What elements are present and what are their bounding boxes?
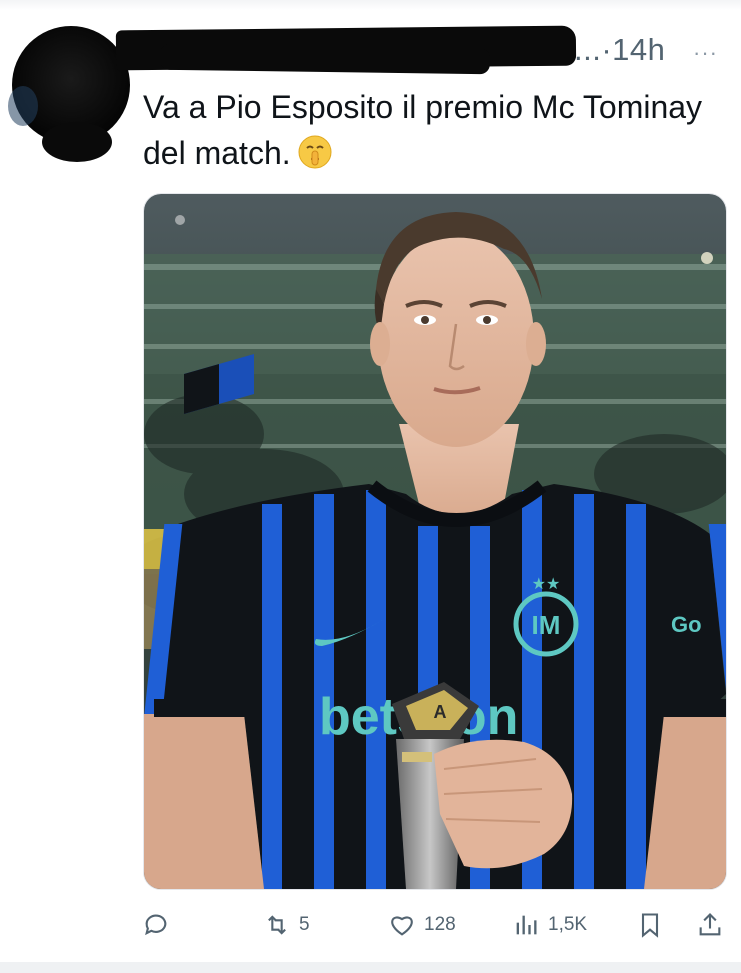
avatar-redaction-scribble <box>42 122 112 162</box>
repost-button[interactable]: 5 <box>263 910 310 940</box>
sleeve-sponsor: Go <box>671 612 702 637</box>
post-text: Va a Pio Esposito il premio Mc Tominay d… <box>143 84 703 176</box>
reply-button[interactable] <box>142 910 170 940</box>
like-count: 128 <box>424 914 456 935</box>
timestamp[interactable]: ...·14h <box>574 32 665 68</box>
post-photo[interactable]: IM ★★ Go betsson A <box>143 193 727 890</box>
shushing-face-emoji <box>298 135 332 169</box>
heart-icon <box>391 916 413 936</box>
reply-icon <box>145 914 167 936</box>
svg-text:A: A <box>434 702 447 722</box>
post-body: Va a Pio Esposito il premio Mc Tominay d… <box>143 89 703 171</box>
svg-text:IM: IM <box>532 610 561 640</box>
repost-icon <box>268 915 286 935</box>
bookmark-icon <box>641 913 659 938</box>
bookmark-button[interactable] <box>636 910 664 940</box>
author-handle-redaction <box>159 43 491 75</box>
avatar[interactable] <box>8 26 130 162</box>
views-button[interactable]: 1,5K <box>512 910 587 940</box>
share-button[interactable] <box>696 910 724 940</box>
top-divider <box>0 0 741 10</box>
tweet-card: ...·14h ··· Va a Pio Esposito il premio … <box>0 0 741 973</box>
avatar-redaction-edge <box>8 86 38 126</box>
repost-count: 5 <box>299 914 310 935</box>
like-button[interactable]: 128 <box>388 910 456 940</box>
share-icon <box>699 913 721 936</box>
player-photo: IM ★★ Go betsson A <box>144 194 726 889</box>
more-options-icon[interactable]: ··· <box>693 40 718 66</box>
svg-text:★★: ★★ <box>532 576 561 593</box>
bottom-divider <box>0 962 741 973</box>
views-count: 1,5K <box>548 914 588 935</box>
action-bar: 5 128 1,5K <box>0 900 741 950</box>
views-icon <box>516 915 537 935</box>
